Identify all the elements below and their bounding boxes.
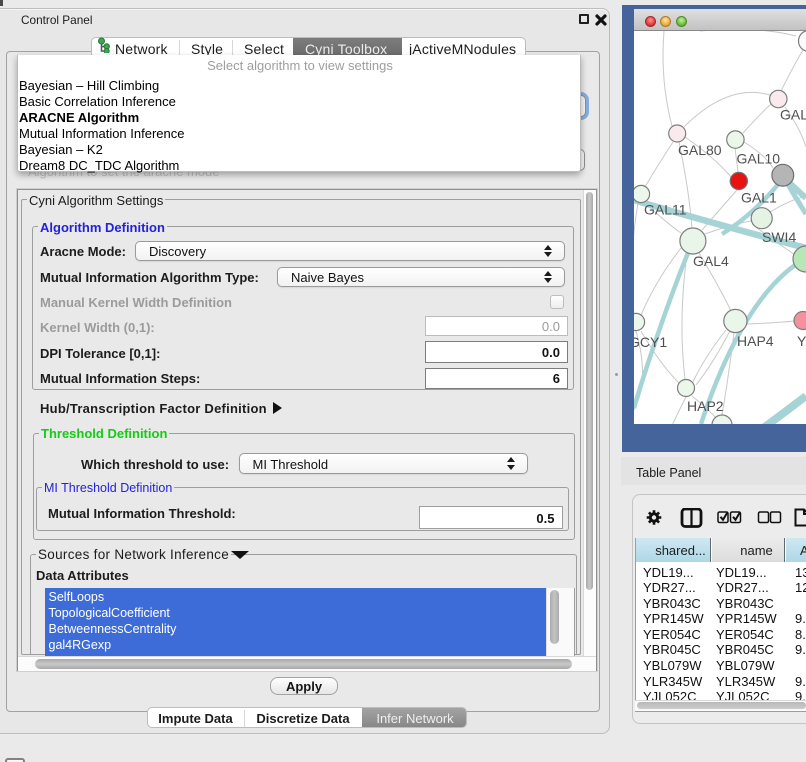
svg-text:GAL7: GAL7	[780, 107, 806, 123]
svg-text:HAP2: HAP2	[687, 398, 724, 414]
svg-text:SWI4: SWI4	[762, 229, 796, 245]
svg-text:GAL4: GAL4	[693, 253, 729, 269]
svg-text:YB: YB	[797, 333, 806, 349]
svg-text:GAL10: GAL10	[737, 151, 781, 167]
svg-text:GAL80: GAL80	[678, 142, 722, 158]
svg-text:GCY1: GCY1	[634, 334, 667, 350]
svg-text:HAP4: HAP4	[737, 333, 774, 349]
svg-text:GAL11: GAL11	[644, 202, 687, 218]
svg-text:GAL1: GAL1	[741, 190, 777, 206]
